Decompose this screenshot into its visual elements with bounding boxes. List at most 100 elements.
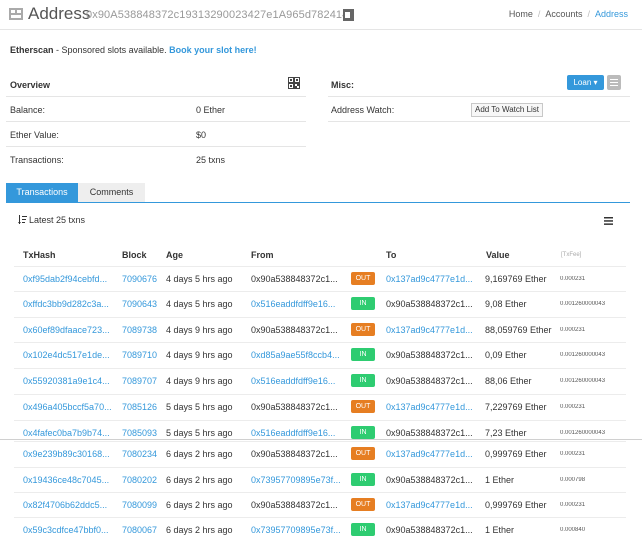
sponsor-brand: Etherscan (10, 45, 54, 55)
loan-button[interactable]: Loan ▾ (567, 75, 604, 90)
breadcrumb-accounts[interactable]: Accounts (545, 9, 582, 19)
table-row: 0x59c3cdfce47bbf0... 7080067 6 days 2 hrs … (14, 517, 626, 542)
col-block: Block (122, 250, 147, 260)
from-address[interactable]: 0xd85a9ae55f8ccb4... (251, 350, 341, 360)
out-badge: OUT (351, 323, 375, 336)
col-txhash: TxHash (23, 250, 56, 260)
breadcrumb: Home / Accounts / Address (508, 9, 628, 19)
to-address: 0x90a538848372c1... (386, 350, 473, 360)
block-link[interactable]: 7089707 (122, 376, 162, 386)
value-text: 7,229769 Ether (485, 402, 547, 412)
to-address: 0x90a538848372c1... (386, 428, 473, 438)
block-link[interactable]: 7085093 (122, 428, 162, 438)
tx-hash-link[interactable]: 0x9e239b89c30168... (23, 449, 118, 459)
qr-code-icon[interactable] (288, 77, 300, 89)
table-row: 0xffdc3bb9d282c3a... 7090643 4 days 5 hrs … (14, 291, 626, 316)
to-address: 0x90a538848372c1... (386, 525, 473, 535)
sponsor-banner: Etherscan - Sponsored slots available. B… (10, 45, 257, 55)
value-text: 9,08 Ether (485, 299, 527, 309)
table-row: 0x55920381a9e1c4... 7089707 4 days 9 hrs a… (14, 368, 626, 393)
tx-hash-link[interactable]: 0x102e4dc517e1de... (23, 350, 118, 360)
txfee-text: 0.000231 (560, 327, 586, 333)
block-link[interactable]: 7085126 (122, 402, 162, 412)
table-row: 0x60ef89dfaace723... 7089738 4 days 9 hrs … (14, 317, 626, 342)
from-address[interactable]: 0x516eaddfdff9e16... (251, 299, 341, 309)
block-link[interactable]: 7090676 (122, 274, 162, 284)
age-text: 5 days 5 hrs ago (166, 402, 233, 412)
sponsor-text: - Sponsored slots available. (53, 45, 170, 55)
page-title: Address (28, 4, 91, 23)
col-age: Age (166, 250, 184, 260)
from-address[interactable]: 0x73957709895e73f... (251, 525, 341, 535)
block-link[interactable]: 7080234 (122, 449, 162, 459)
from-address: 0x90a538848372c1... (251, 402, 338, 412)
block-link[interactable]: 7080099 (122, 500, 162, 510)
txfee-text: 0.000840 (560, 527, 586, 533)
from-address: 0x90a538848372c1... (251, 325, 338, 335)
block-link[interactable]: 7089738 (122, 325, 162, 335)
list-icon[interactable] (604, 217, 613, 225)
txfee-text: 0.001260000043 (560, 378, 606, 384)
tx-hash-link[interactable]: 0x4fafec0ba7b9b74... (23, 428, 118, 438)
latest-txns-text: Latest 25 txns (29, 215, 86, 225)
to-address: 0x90a538848372c1... (386, 376, 473, 386)
tx-hash-link[interactable]: 0x496a405bccf5a70... (23, 402, 118, 412)
tab-transactions[interactable]: Transactions (6, 183, 78, 202)
block-link[interactable]: 7090643 (122, 299, 162, 309)
age-text: 4 days 9 hrs ago (166, 350, 233, 360)
overview-title: Overview (10, 80, 51, 90)
add-to-watch-list-button[interactable]: Add To Watch List (471, 103, 543, 117)
value-text: 0,999769 Ether (485, 500, 547, 510)
in-badge: IN (351, 473, 375, 486)
tx-hash-link[interactable]: 0x82f4706b62ddc5... (23, 500, 118, 510)
txfee-text: 0.000231 (560, 276, 586, 282)
tab-comments[interactable]: Comments (78, 183, 145, 202)
value-text: 1 Ether (485, 475, 515, 485)
from-address[interactable]: 0x516eaddfdff9e16... (251, 376, 341, 386)
tx-hash-link[interactable]: 0x55920381a9e1c4... (23, 376, 118, 386)
address-watch-label: Address Watch: (331, 105, 395, 115)
age-text: 5 days 5 hrs ago (166, 428, 233, 438)
misc-title: Misc: (331, 80, 355, 90)
age-text: 6 days 2 hrs ago (166, 475, 233, 485)
table-row: 0x9e239b89c30168... 7080234 6 days 2 hrs a… (14, 441, 626, 466)
txfee-text: 0.000231 (560, 502, 586, 508)
balance-value: 0 Ether (196, 105, 226, 115)
block-link[interactable]: 7080202 (122, 475, 162, 485)
to-address[interactable]: 0x137ad9c4777e1d... (386, 500, 476, 510)
copy-icon[interactable] (342, 9, 354, 21)
tx-hash-link[interactable]: 0xf95dab2f94cebfd... (23, 274, 118, 284)
block-link[interactable]: 7089710 (122, 350, 162, 360)
transactions-count: 25 txns (196, 155, 226, 165)
transactions-label: Transactions: (10, 155, 64, 165)
tx-hash-link[interactable]: 0xffdc3bb9d282c3a... (23, 299, 118, 309)
age-text: 4 days 5 hrs ago (166, 274, 233, 284)
sponsor-link[interactable]: Book your slot here! (169, 45, 257, 55)
from-address[interactable]: 0x516eaddfdff9e16... (251, 428, 341, 438)
age-text: 6 days 2 hrs ago (166, 500, 233, 510)
to-address[interactable]: 0x137ad9c4777e1d... (386, 325, 476, 335)
sort-icon (18, 215, 27, 224)
out-badge: OUT (351, 498, 375, 511)
table-row: 0x496a405bccf5a70... 7085126 5 days 5 hrs … (14, 394, 626, 419)
tx-hash-link[interactable]: 0x19436ce48c7045... (23, 475, 118, 485)
menu-icon[interactable] (607, 75, 621, 90)
to-address[interactable]: 0x137ad9c4777e1d... (386, 274, 476, 284)
to-address[interactable]: 0x137ad9c4777e1d... (386, 449, 476, 459)
value-text: 0,09 Ether (485, 350, 527, 360)
from-address[interactable]: 0x73957709895e73f... (251, 475, 341, 485)
balance-label: Balance: (10, 105, 46, 115)
tx-hash-link[interactable]: 0x59c3cdfce47bbf0... (23, 525, 118, 535)
block-link[interactable]: 7080067 (122, 525, 162, 535)
breadcrumb-home[interactable]: Home (509, 9, 533, 19)
tx-hash-link[interactable]: 0x60ef89dfaace723... (23, 325, 118, 335)
txfee-text: 0.001260000043 (560, 301, 606, 307)
to-address[interactable]: 0x137ad9c4777e1d... (386, 402, 476, 412)
value-text: 0,999769 Ether (485, 449, 547, 459)
value-text: 1 Ether (485, 525, 515, 535)
address-hash: 0x90A538848372c19313290023427e1A965d7824… (86, 9, 349, 21)
col-to: To (386, 250, 397, 260)
from-address: 0x90a538848372c1... (251, 500, 338, 510)
breadcrumb-address: Address (594, 9, 628, 19)
to-address: 0x90a538848372c1... (386, 475, 473, 485)
